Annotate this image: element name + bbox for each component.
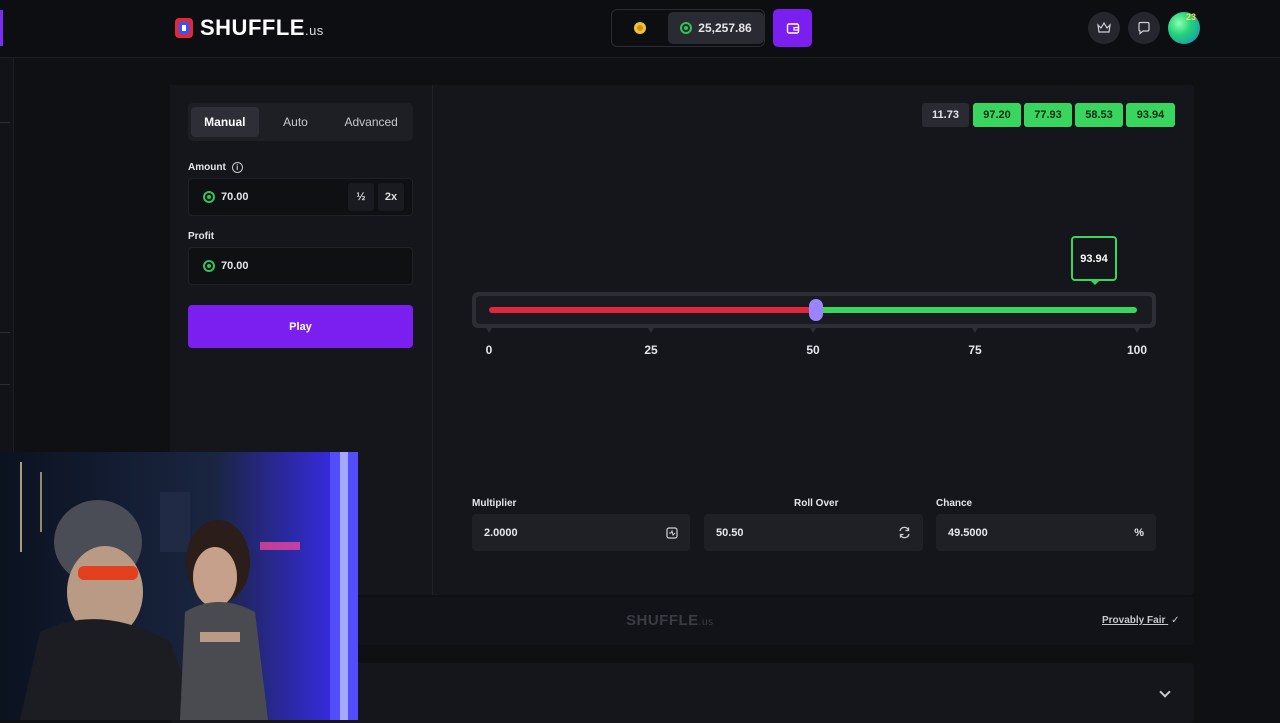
amount-label-row: Amount i — [188, 162, 243, 173]
tab-advanced[interactable]: Advanced — [332, 107, 410, 137]
percent-unit: % — [1134, 526, 1144, 539]
provably-fair-label: Provably Fair — [1102, 615, 1166, 626]
history-result: 11.73 — [922, 103, 969, 127]
webcam-overlay — [0, 452, 358, 720]
logo-tld: .us — [304, 23, 324, 38]
info-icon[interactable]: i — [231, 162, 243, 173]
chat-icon — [1138, 21, 1150, 35]
footer-logo-text: SHUFFLE — [626, 612, 699, 629]
currency-selector[interactable] — [612, 10, 668, 46]
footer-logo: SHUFFLE.us — [626, 612, 714, 629]
amount-value: 70.00 — [221, 191, 249, 203]
shuffle-logo-icon — [175, 18, 193, 38]
tick-label: 0 — [485, 343, 493, 357]
tick-label: 100 — [1126, 343, 1148, 357]
half-bet-button[interactable]: ½ — [348, 183, 374, 211]
roll-over-label: Roll Over — [794, 498, 839, 509]
play-button[interactable]: Play — [188, 305, 413, 348]
roll-over-input[interactable]: 50.50 — [704, 514, 923, 551]
wallet-button[interactable] — [773, 9, 812, 47]
roll-result-marker: 93.94 — [1071, 236, 1117, 285]
multiplier-input[interactable]: 2.0000 — [472, 514, 690, 551]
chance-value: 49.5000 — [948, 526, 988, 539]
wallet-widget: 25,257.86 — [611, 9, 765, 47]
sidebar-toggle[interactable] — [0, 10, 3, 46]
green-coin-icon — [203, 260, 215, 272]
history-result: 77.93 — [1024, 103, 1072, 127]
footer-logo-tld: .us — [698, 617, 714, 628]
provably-fair-link[interactable]: Provably Fair ✓ — [1102, 615, 1180, 626]
history-result: 58.53 — [1075, 103, 1123, 127]
chat-button[interactable] — [1128, 12, 1160, 44]
profit-label: Profit — [188, 231, 215, 242]
logo-text: SHUFFLE — [200, 15, 305, 40]
sidebar-divider — [0, 384, 10, 385]
swap-refresh-icon[interactable] — [898, 526, 911, 539]
win-range-bar — [816, 307, 1137, 313]
green-coin-icon — [203, 191, 215, 203]
profit-field: 70.00 — [188, 247, 413, 285]
sidebar-divider — [0, 122, 10, 123]
tab-auto[interactable]: Auto — [261, 107, 331, 137]
slider-thumb[interactable] — [809, 299, 824, 321]
profit-value: 70.00 — [221, 260, 249, 272]
gold-coin-icon — [634, 22, 646, 34]
amount-label: Amount — [188, 162, 226, 173]
tab-manual[interactable]: Manual — [191, 107, 259, 137]
wallet-icon — [786, 23, 799, 34]
double-bet-button[interactable]: 2x — [378, 183, 404, 211]
multiplier-value: 2.0000 — [484, 526, 518, 539]
tick-label: 50 — [806, 343, 820, 357]
bet-mode-tabs: Manual Auto Advanced — [188, 103, 413, 141]
balance-value: 25,257.86 — [698, 21, 752, 35]
chance-label: Chance — [936, 498, 973, 509]
lose-range-bar — [489, 307, 817, 313]
multiplier-icon — [666, 526, 678, 539]
crown-icon — [1097, 22, 1111, 33]
multiplier-label: Multiplier — [472, 498, 517, 509]
site-logo[interactable]: SHUFFLE.us — [174, 15, 324, 41]
webcam-image — [0, 452, 358, 720]
tick-label: 25 — [644, 343, 658, 357]
checkmark-icon: ✓ — [1171, 615, 1180, 626]
roll-over-value: 50.50 — [716, 526, 744, 539]
history-result: 97.20 — [973, 103, 1021, 127]
avatar-level-badge: 23 — [1186, 12, 1197, 22]
sidebar-divider — [0, 332, 10, 333]
chance-input[interactable]: 49.5000 % — [936, 514, 1156, 551]
history-result: 93.94 — [1126, 103, 1175, 127]
green-coin-icon — [680, 22, 693, 34]
vip-button[interactable] — [1088, 12, 1120, 44]
balance-display[interactable]: 25,257.86 — [668, 12, 764, 44]
tick-label: 75 — [968, 343, 982, 357]
amount-input[interactable]: 70.00 ½ 2x — [188, 178, 413, 216]
